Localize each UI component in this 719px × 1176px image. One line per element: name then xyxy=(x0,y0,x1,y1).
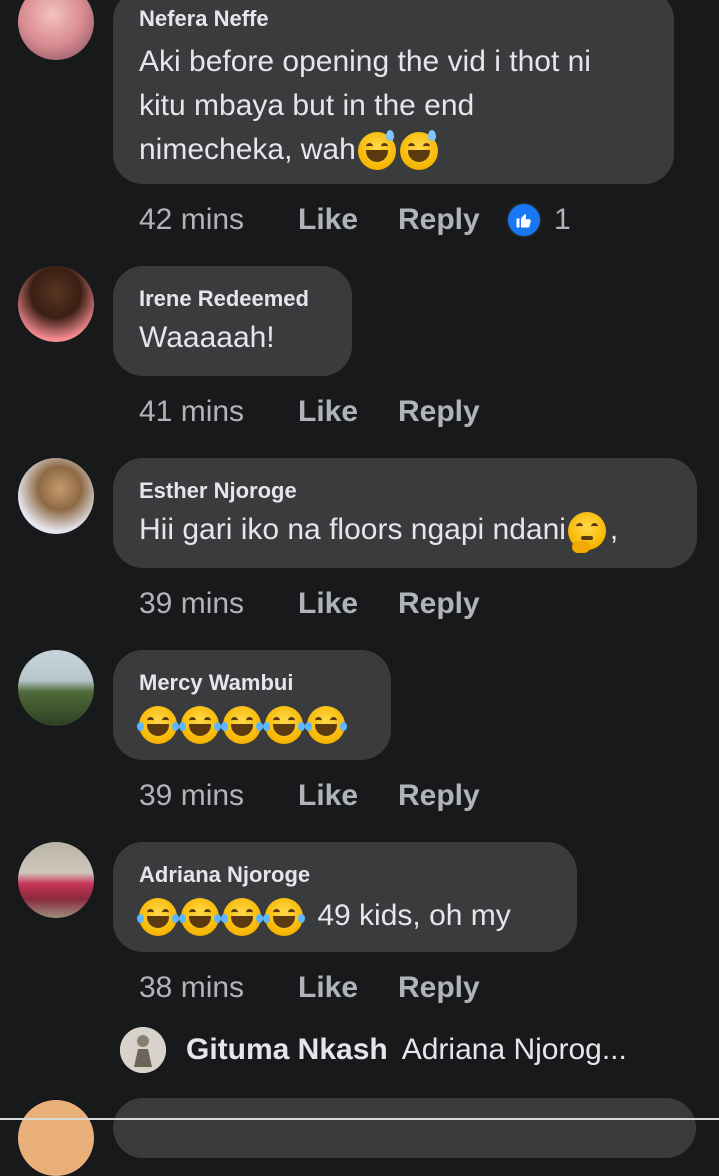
comment-time[interactable]: 39 mins xyxy=(139,779,298,813)
thinking-emoji-icon xyxy=(567,512,606,554)
comment-author[interactable]: Irene Redeemed xyxy=(139,286,326,312)
comment-bubble: Esther Njoroge Hii gari iko na floors ng… xyxy=(113,458,697,568)
comment-text: Waaaaah! xyxy=(139,321,275,354)
reply-button[interactable]: Reply xyxy=(398,779,506,813)
comment-text: 49 kids, oh my xyxy=(137,894,551,938)
divider xyxy=(0,1118,719,1120)
reply-button[interactable]: Reply xyxy=(398,395,506,429)
avatar[interactable] xyxy=(18,0,94,60)
comment-line-text: Hii gari iko na floors ngapi ndani xyxy=(139,513,566,546)
comment-author[interactable]: Adriana Njoroge xyxy=(139,862,551,888)
comment-time[interactable]: 41 mins xyxy=(139,395,298,429)
avatar[interactable] xyxy=(18,650,94,726)
rolling-laughing-emoji-icon xyxy=(179,706,221,745)
reaction-summary[interactable]: 1 xyxy=(506,202,571,238)
comment-author[interactable]: Esther Njoroge xyxy=(139,478,671,504)
comment-meta: 42 mins Like Reply 1 xyxy=(139,202,571,238)
avatar[interactable] xyxy=(18,1100,94,1176)
comment-line-text: nimecheka, wah xyxy=(139,133,356,166)
thumbs-up-icon xyxy=(506,202,542,238)
rolling-laughing-emoji-icon xyxy=(179,898,221,937)
comment-bubble: Irene Redeemed Waaaaah! xyxy=(113,266,352,376)
comment-line: kitu mbaya but in the end xyxy=(139,89,475,122)
comment-meta: 38 mins Like Reply xyxy=(139,970,506,1006)
rolling-laughing-emoji-icon xyxy=(221,706,263,745)
reply-author: Gituma Nkash xyxy=(186,1033,388,1066)
reply-button[interactable]: Reply xyxy=(398,971,506,1005)
sweat-smile-emoji-icon xyxy=(399,130,438,171)
like-button[interactable]: Like xyxy=(298,587,398,621)
comment-meta: 39 mins Like Reply xyxy=(139,778,506,814)
avatar[interactable] xyxy=(18,266,94,342)
reply-snippet: Adriana Njorog... xyxy=(401,1033,627,1066)
reply-preview[interactable]: Gituma Nkash Adriana Njorog... xyxy=(120,1025,627,1075)
reaction-count: 1 xyxy=(554,203,571,236)
comment-bubble: Nefera Neffe Aki before opening the vid … xyxy=(113,0,674,184)
comment-line: nimecheka, wah xyxy=(139,128,648,172)
comment-meta: 41 mins Like Reply xyxy=(139,394,506,430)
like-button[interactable]: Like xyxy=(298,395,398,429)
comment-text: Hii gari iko na floors ngapi ndani, xyxy=(139,508,671,554)
rolling-laughing-emoji-icon xyxy=(305,706,347,745)
reply-button[interactable]: Reply xyxy=(398,587,506,621)
rolling-laughing-emoji-icon xyxy=(263,706,305,745)
reply-button[interactable]: Reply xyxy=(398,203,506,237)
rolling-laughing-emoji-icon xyxy=(263,898,305,937)
rolling-laughing-emoji-icon xyxy=(221,898,263,937)
comment-line-text: 49 kids, oh my xyxy=(317,899,511,932)
sweat-smile-emoji-icon xyxy=(357,130,396,171)
like-button[interactable]: Like xyxy=(298,779,398,813)
comment-line: Aki before opening the vid i thot ni xyxy=(139,45,591,78)
comment-bubble: Adriana Njoroge 49 kids, oh my xyxy=(113,842,577,952)
comment-author[interactable]: Mercy Wambui xyxy=(139,670,365,696)
comment-meta: 39 mins Like Reply xyxy=(139,586,506,622)
comment-trailing-text: , xyxy=(609,513,619,546)
comment-text: Aki before opening the vid i thot ni kit… xyxy=(139,40,648,172)
like-button[interactable]: Like xyxy=(298,203,398,237)
comment-bubble: Mercy Wambui xyxy=(113,650,391,760)
like-button[interactable]: Like xyxy=(298,971,398,1005)
reply-avatar xyxy=(120,1027,166,1073)
avatar[interactable] xyxy=(18,842,94,918)
comment-author[interactable]: Nefera Neffe xyxy=(139,6,648,32)
avatar[interactable] xyxy=(18,458,94,534)
comment-time[interactable]: 39 mins xyxy=(139,587,298,621)
comment-time[interactable]: 38 mins xyxy=(139,971,298,1005)
rolling-laughing-emoji-icon xyxy=(137,706,179,745)
comment-emojis xyxy=(137,702,365,746)
comment-time[interactable]: 42 mins xyxy=(139,203,298,237)
comment-bubble xyxy=(113,1098,696,1158)
rolling-laughing-emoji-icon xyxy=(137,898,179,937)
